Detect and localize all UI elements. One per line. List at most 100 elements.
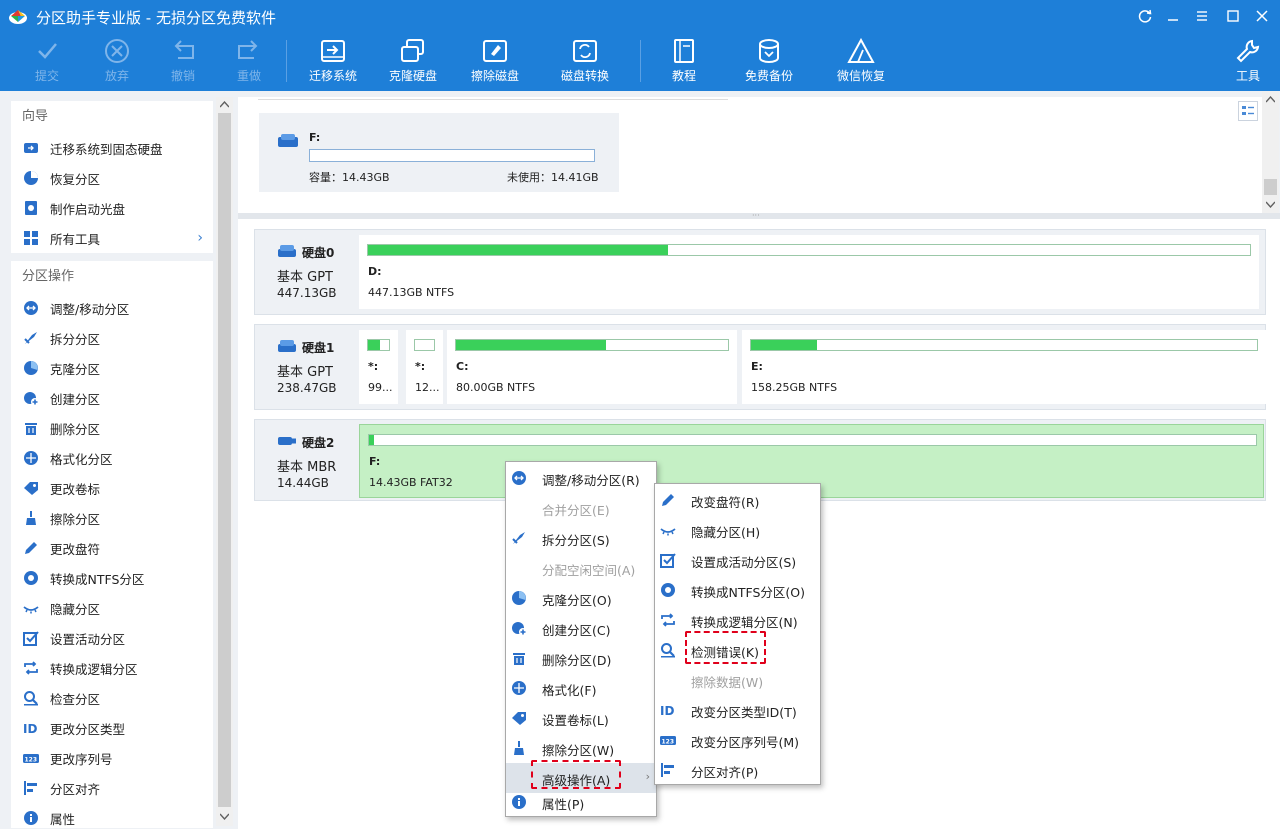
sidebar-item[interactable]: 设置活动分区 — [11, 623, 213, 653]
sidebar-item[interactable]: 格式化分区 — [11, 443, 213, 473]
sidebar-item[interactable]: 克隆分区 — [11, 353, 213, 383]
refresh-button[interactable] — [1132, 4, 1158, 28]
top-pane-scrollbar[interactable] — [1262, 91, 1279, 213]
menu-item-label: 创建分区(C) — [542, 623, 611, 638]
sidebar-item[interactable]: 转换成NTFS分区 — [11, 563, 213, 593]
sidebar-item[interactable]: 制作启动光盘 — [11, 193, 213, 223]
disk-info[interactable]: 硬盘2 基本 MBR 14.44GB — [255, 420, 359, 500]
window-title: 分区助手专业版 - 无损分区免费软件 — [36, 9, 276, 27]
wechat-restore-button[interactable]: 微信恢复 — [832, 32, 890, 91]
redo-icon — [238, 40, 258, 59]
menu-item[interactable]: 调整/移动分区(R) — [506, 463, 656, 493]
menu-item[interactable]: 格式化(F) — [506, 673, 656, 703]
sidebar-scrollbar[interactable] — [216, 97, 233, 826]
tutorial-button[interactable]: 教程 — [664, 32, 704, 91]
sidebar-scroll-thumb[interactable] — [218, 113, 231, 807]
menu-item[interactable]: 转换成NTFS分区(O) — [655, 575, 820, 605]
close-button[interactable] — [1249, 4, 1275, 28]
drive-icon — [278, 134, 298, 147]
check-icon — [38, 43, 57, 59]
menu-button[interactable] — [1189, 4, 1215, 28]
sidebar-item[interactable]: 删除分区 — [11, 413, 213, 443]
menu-item[interactable]: 拆分分区(S) — [506, 523, 656, 553]
disk-name: 硬盘0 — [302, 246, 335, 260]
menu-item[interactable]: 转换成逻辑分区(N) — [655, 605, 820, 635]
discard-button[interactable]: 放弃 — [96, 32, 138, 91]
free-backup-button[interactable]: 免费备份 — [740, 32, 798, 91]
minimize-small-button[interactable] — [1160, 4, 1186, 28]
split-icon — [23, 330, 39, 346]
sidebar-item[interactable]: 隐藏分区 — [11, 593, 213, 623]
menu-item[interactable]: 分区对齐(P) — [655, 755, 820, 785]
sidebar-item[interactable]: 擦除分区 — [11, 503, 213, 533]
partition-block[interactable]: *: 99... — [359, 330, 398, 404]
disk-row[interactable]: 硬盘1 基本 GPT 238.47GB *: 99... *: 12... C: 80.00GB… — [254, 324, 1266, 410]
sidebar-item[interactable]: 调整/移动分区 — [11, 293, 213, 323]
sidebar-item[interactable]: ID 更改分区类型 — [11, 713, 213, 743]
menu-item[interactable]: 改变盘符(R) — [655, 485, 820, 515]
sidebar-item-label: 删除分区 — [50, 421, 101, 437]
disk-name: 硬盘1 — [302, 341, 335, 355]
partition-label: F: — [369, 455, 381, 468]
maximize-icon — [1227, 10, 1239, 22]
commit-button[interactable]: 提交 — [26, 32, 68, 91]
disk-row[interactable]: 硬盘0 基本 GPT 447.13GB D: 447.13GB NTFS — [254, 229, 1266, 315]
undo-button[interactable]: 撤销 — [162, 32, 204, 91]
partition-card-f[interactable]: F: 容量：14.43GB 未使用：14.41GB — [259, 113, 619, 192]
sidebar-item[interactable]: 拆分分区 — [11, 323, 213, 353]
menu-item[interactable]: 设置成活动分区(S) — [655, 545, 820, 575]
view-toggle-button[interactable] — [1238, 101, 1258, 121]
menu-item-label: 拆分分区(S) — [542, 533, 610, 548]
sidebar-item[interactable]: 更改卷标 — [11, 473, 213, 503]
menu-item[interactable]: 检测错误(K) — [655, 635, 820, 665]
delete-icon — [511, 650, 527, 666]
sidebar-item[interactable]: 属性 — [11, 803, 213, 828]
sidebar-item[interactable]: 更改盘符 — [11, 533, 213, 563]
sidebar-item[interactable]: 创建分区 — [11, 383, 213, 413]
menu-item[interactable]: 设置卷标(L) — [506, 703, 656, 733]
wipe-disk-button[interactable]: 擦除磁盘 — [466, 32, 524, 91]
migrate-os-button[interactable]: 迁移系统 — [304, 32, 362, 91]
menu-item[interactable]: 擦除分区(W) — [506, 733, 656, 763]
convert-disk-button[interactable]: 磁盘转换 — [556, 32, 614, 91]
scroll-down-arrow-icon[interactable] — [1266, 201, 1275, 208]
menu-item[interactable]: 属性(P) — [506, 787, 656, 813]
sidebar-item[interactable]: 123 更改序列号 — [11, 743, 213, 773]
scroll-up-arrow-icon[interactable] — [220, 101, 229, 108]
menu-item-label: 设置成活动分区(S) — [691, 555, 797, 570]
partition-block[interactable]: *: 12... — [406, 330, 443, 404]
partition-block[interactable]: E: 158.25GB NTFS — [742, 330, 1266, 404]
menu-item-label: 改变分区序列号(M) — [691, 735, 800, 750]
menu-item[interactable]: 克隆分区(O) — [506, 583, 656, 613]
tools-button[interactable]: 工具 — [1230, 32, 1266, 91]
disk-info[interactable]: 硬盘1 基本 GPT 238.47GB — [255, 325, 359, 409]
menu-item: 擦除数据(W) — [655, 665, 820, 695]
scroll-up-arrow-icon[interactable] — [1266, 96, 1275, 103]
discard-label: 放弃 — [104, 69, 129, 83]
menu-item[interactable]: ID 改变分区类型ID(T) — [655, 695, 820, 725]
menu-item[interactable]: 123 改变分区序列号(M) — [655, 725, 820, 755]
menu-item[interactable]: 创建分区(C) — [506, 613, 656, 643]
partition-block[interactable]: C: 80.00GB NTFS — [447, 330, 737, 404]
menu-item[interactable]: 隐藏分区(H) — [655, 515, 820, 545]
menu-item-label: 格式化(F) — [542, 683, 597, 698]
sidebar-item[interactable]: 恢复分区 — [11, 163, 213, 193]
wipe-icon — [23, 510, 39, 526]
partition-usage-bar — [367, 339, 390, 351]
top-scroll-thumb[interactable] — [1264, 179, 1277, 195]
sidebar-item[interactable]: 所有工具 › — [11, 223, 213, 253]
sidebar-item[interactable]: 转换成逻辑分区 — [11, 653, 213, 683]
sidebar-item[interactable]: 分区对齐 — [11, 773, 213, 803]
format-icon — [23, 450, 39, 466]
disk-info[interactable]: 硬盘0 基本 GPT 447.13GB — [255, 230, 359, 314]
sidebar-item-label: 更改序列号 — [50, 751, 113, 767]
redo-button[interactable]: 重做 — [228, 32, 270, 91]
maximize-button[interactable] — [1220, 4, 1246, 28]
sidebar-item[interactable]: 检查分区 — [11, 683, 213, 713]
partition-block[interactable]: D: 447.13GB NTFS — [359, 235, 1259, 309]
clone-disk-button[interactable]: 克隆硬盘 — [384, 32, 442, 91]
scroll-down-arrow-icon[interactable] — [220, 813, 229, 820]
sidebar-item[interactable]: 迁移系统到固态硬盘 — [11, 133, 213, 163]
menu-item[interactable]: 删除分区(D) — [506, 643, 656, 673]
sidebar-item-label: 迁移系统到固态硬盘 — [50, 141, 163, 157]
